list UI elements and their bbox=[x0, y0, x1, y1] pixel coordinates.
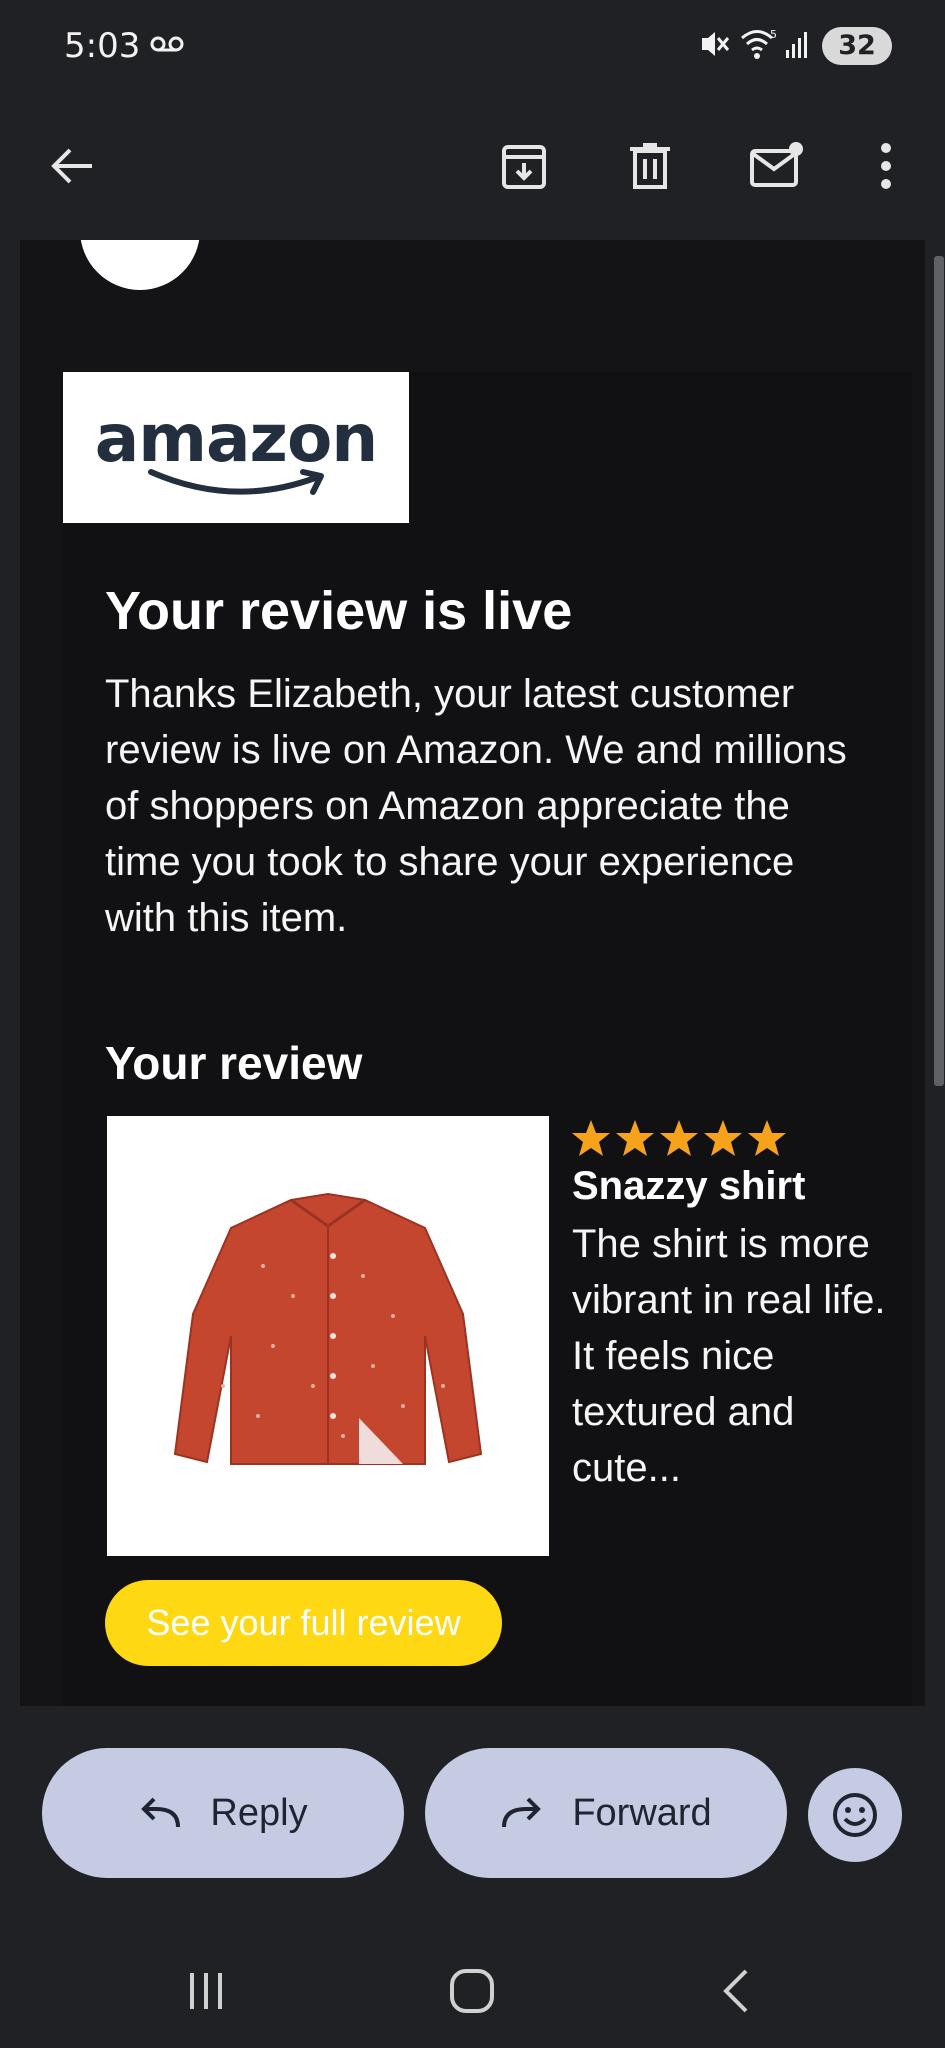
reply-label: Reply bbox=[210, 1791, 308, 1834]
voicemail-icon bbox=[150, 34, 184, 59]
star-icon bbox=[616, 1120, 654, 1156]
see-full-review-button[interactable]: See your full review bbox=[105, 1580, 502, 1666]
reply-icon bbox=[141, 1797, 181, 1828]
reply-action-bar: Reply Forward bbox=[0, 1706, 945, 1932]
see-full-review-label: See your full review bbox=[146, 1602, 461, 1643]
email-body-text: Thanks Elizabeth, your latest customer r… bbox=[105, 672, 847, 940]
system-nav-bar bbox=[0, 1932, 945, 2048]
forward-icon bbox=[502, 1797, 542, 1828]
star-icon bbox=[704, 1120, 742, 1156]
review-section-title: Your review bbox=[105, 1037, 363, 1089]
status-time: 5:03 bbox=[64, 26, 141, 66]
star-icon bbox=[748, 1120, 786, 1156]
svg-text:5: 5 bbox=[770, 28, 777, 41]
reply-button[interactable]: Reply bbox=[42, 1748, 404, 1878]
sender-avatar bbox=[80, 240, 200, 290]
back-icon[interactable] bbox=[696, 1956, 776, 2026]
battery-icon: 32 bbox=[822, 27, 892, 65]
star-icon bbox=[572, 1120, 610, 1156]
mark-unread-icon[interactable] bbox=[736, 126, 816, 206]
review-title: Snazzy shirt bbox=[572, 1164, 806, 1208]
signal-icon bbox=[784, 26, 814, 67]
delete-icon[interactable] bbox=[610, 126, 690, 206]
email-headline: Your review is live bbox=[105, 581, 573, 641]
review-snippet: The shirt is more vibrant in real life. … bbox=[572, 1222, 886, 1490]
archive-icon[interactable] bbox=[484, 126, 564, 206]
forward-label: Forward bbox=[572, 1791, 712, 1834]
email-toolbar bbox=[0, 92, 945, 240]
star-icon bbox=[660, 1120, 698, 1156]
status-bar: 5:03 5 32 bbox=[0, 0, 945, 92]
recent-apps-icon[interactable] bbox=[166, 1956, 246, 2026]
star-rating bbox=[570, 1118, 788, 1158]
product-image[interactable] bbox=[107, 1116, 549, 1556]
emoji-reaction-icon bbox=[833, 1793, 877, 1837]
forward-button[interactable]: Forward bbox=[425, 1748, 787, 1878]
shirt-icon bbox=[173, 1192, 483, 1465]
wifi-icon: 5 bbox=[740, 26, 778, 67]
battery-level: 32 bbox=[838, 30, 876, 61]
back-arrow-icon[interactable] bbox=[32, 126, 112, 206]
amazon-logo[interactable]: amazon bbox=[63, 372, 409, 523]
more-options-icon[interactable] bbox=[846, 126, 926, 206]
logo-smile-icon bbox=[148, 469, 324, 495]
emoji-reaction-button[interactable] bbox=[808, 1768, 902, 1862]
home-icon[interactable] bbox=[432, 1956, 512, 2026]
scrollbar[interactable] bbox=[934, 256, 944, 1086]
mute-icon bbox=[698, 26, 730, 67]
